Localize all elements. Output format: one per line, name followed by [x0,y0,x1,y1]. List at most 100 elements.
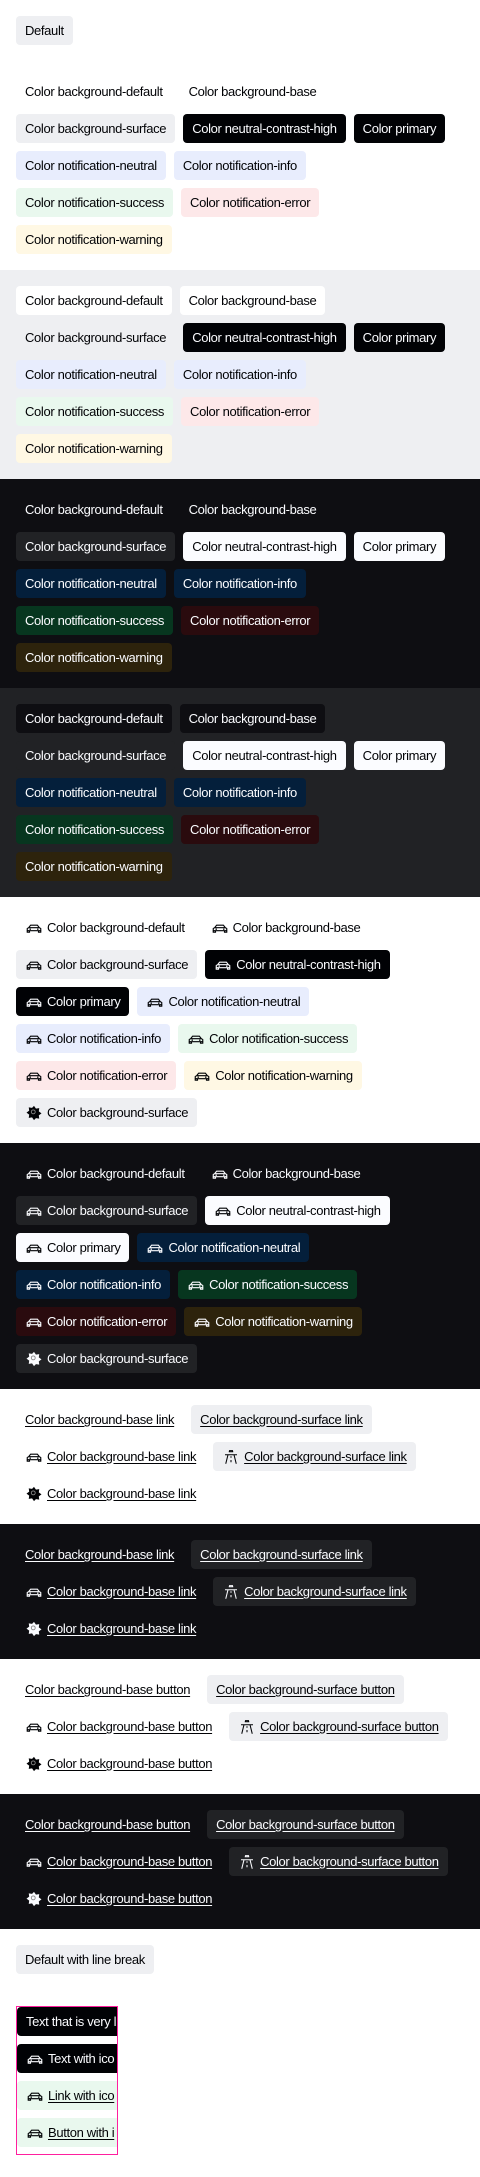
tag-info: Color notification-info [173,360,306,389]
tag-label: Color background-default [47,920,185,935]
button-tag-base[interactable]: Color background-base button [16,1675,199,1704]
tag-label: Color background-base [232,920,361,935]
tag-label: Color background-surface [47,1351,189,1366]
link-tag-base[interactable]: Color background-base link [16,1540,183,1569]
link-tag-base[interactable]: Color background-base link [16,1479,205,1508]
button-tag-base[interactable]: Color background-base button [16,1810,199,1839]
tag-label: Color background-base button [25,1817,191,1832]
tag-row: Color background-default Color background… [16,77,464,106]
dark-dark-section: Color background-base link Color backgrou… [0,1524,480,1659]
tag-neutral: Color notification-neutral [16,360,166,389]
button-tag-surface[interactable]: Color background-surface button [229,1847,448,1876]
star-badge-icon [25,1485,43,1503]
tag-label: Color notification-success [25,404,165,419]
tag-success: Color notification-success [16,397,174,426]
tag-primary: Color primary [353,741,446,770]
car-icon [25,1718,43,1736]
tag-label: Color notification-neutral [25,576,157,591]
car-icon [146,1239,164,1257]
tag-label: Color background-surface [25,121,167,136]
tag-label: Color background-base link [25,1412,175,1427]
tag-primary: Color primary [353,323,446,352]
tag-row: Color background-base link Color backgrou… [16,1442,464,1471]
tag-label: Color background-surface button [260,1719,439,1734]
tag-surface: Default [16,16,73,45]
link-tag-base[interactable]: Color background-base link [16,1614,205,1643]
tag-contrast-high: Color neutral-contrast-high [205,1196,390,1225]
dark-dark-section: Color background-default Color background… [0,479,480,688]
tag-label: Default [25,23,64,38]
road-icon [222,1448,240,1466]
tag-label: Color background-surface [47,1203,189,1218]
tag-primary: Color primary [16,987,130,1016]
link-tag-surface[interactable]: Color background-surface link [191,1540,372,1569]
tag-base: Color background-base [180,495,326,524]
tag-row: Color notification-neutral Color notifica… [16,151,464,180]
tag-surface: Color background-surface [16,950,198,979]
tag-contrast-high: Color neutral-contrast-high [183,114,346,143]
link-tag-surface[interactable]: Color background-surface link [191,1405,372,1434]
tag-label: Color primary [362,748,437,763]
link-tag-surface[interactable]: Color background-surface link [213,1577,416,1606]
tag-label: Color notification-warning [25,859,163,874]
car-icon [187,1276,205,1294]
tag-contrast-high: Color neutral-contrast-high [183,323,346,352]
tag-label: Color background-surface link [244,1449,407,1464]
car-icon [25,1030,43,1048]
tag-label: Color notification-error [47,1314,168,1329]
tag-surface: Color background-surface [16,114,176,143]
link-tag-base[interactable]: Color background-base link [16,1405,183,1434]
tag-default: Color background-default [16,1159,194,1188]
button-tag-surface[interactable]: Color background-surface button [207,1675,404,1704]
tag-success: Color notification-success [16,188,174,217]
car-icon [25,993,43,1011]
tag-row: Color notification-success Color notifica… [16,815,464,844]
tag-label: Color notification-info [182,367,297,382]
button-tag-base[interactable]: Color background-base button [16,1749,221,1778]
tag-warning: Color notification-warning [16,434,172,463]
button-tag-success[interactable]: Button with i [17,2118,117,2147]
link-tag-surface[interactable]: Color background-surface link [213,1442,416,1471]
button-tag-base[interactable]: Color background-base button [16,1712,221,1741]
car-icon [211,1165,229,1183]
tag-success: Color notification-success [16,606,174,635]
car-icon [193,1313,211,1331]
tag-label: Color background-base link [47,1449,197,1464]
tag-label: Color background-surface [25,748,167,763]
button-tag-base[interactable]: Color background-base button [16,1884,221,1913]
light-white-section: Color background-base button Color backgr… [0,1659,480,1794]
tag-error: Color notification-error [181,815,320,844]
tag-label: Color notification-success [25,195,165,210]
tag-row: Color background-surface Color neutral-co… [16,532,464,561]
tag-row: Color notification-warning [16,852,464,881]
tag-base: Color background-base [202,1159,370,1188]
tag-row: Color background-base link Color backgrou… [16,1540,464,1569]
tag-label: Color notification-warning [25,232,163,247]
tag-neutral: Color notification-neutral [16,151,166,180]
tag-contrast-high: Text that is very l [17,2007,117,2036]
tag-info: Color notification-info [173,151,306,180]
tag-default: Color background-default [16,495,172,524]
tag-row: Color background-base button Color backgr… [16,1712,464,1741]
tag-label: Color background-surface [25,539,167,554]
car-icon [25,1067,43,1085]
car-icon [25,1583,43,1601]
light-surface-section: Color background-default Color background… [0,270,480,479]
button-tag-base[interactable]: Color background-base button [16,1847,221,1876]
button-tag-surface[interactable]: Color background-surface button [229,1712,448,1741]
tag-label: Color notification-neutral [25,785,157,800]
car-icon [214,956,232,974]
tag-row: Color background-base button [16,1884,464,1913]
tag-info: Color notification-info [16,1024,171,1053]
link-tag-success[interactable]: Link with ico [17,2081,117,2110]
tag-label: Color background-base button [47,1719,213,1734]
car-icon [25,1313,43,1331]
tag-label: Color background-surface button [260,1854,439,1869]
car-icon [26,2124,44,2142]
tag-label: Color notification-info [182,785,297,800]
tag-label: Color notification-error [190,195,311,210]
link-tag-base[interactable]: Color background-base link [16,1442,205,1471]
tag-row: Color primary Color notification-neutral [16,1233,464,1262]
link-tag-base[interactable]: Color background-base link [16,1577,205,1606]
button-tag-surface[interactable]: Color background-surface button [207,1810,404,1839]
